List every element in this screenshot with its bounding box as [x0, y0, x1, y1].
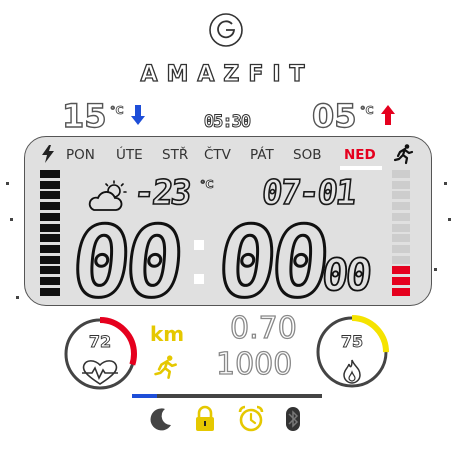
temperature-low: 15 [61, 97, 107, 135]
edge-dot [444, 182, 447, 185]
bar-segment [40, 266, 60, 275]
bar-segment [40, 234, 60, 243]
flame-icon [343, 359, 361, 384]
bar-segment [40, 191, 60, 200]
bar-segment [392, 287, 410, 296]
bar-segment [40, 170, 60, 178]
moon-icon [150, 408, 171, 431]
weekday-6: NED [344, 147, 376, 163]
bar-segment [40, 180, 60, 189]
goal-progress-track [132, 394, 322, 398]
running-icon [154, 355, 177, 379]
bar-segment [40, 287, 60, 296]
weekday-1: ÚTE [116, 147, 143, 163]
time-seconds: 00 [319, 249, 372, 302]
alarm-icon [238, 405, 264, 432]
edge-dot [10, 218, 13, 221]
bar-segment [392, 180, 410, 189]
current-temperature-unit: °C [200, 178, 214, 192]
time-colon-bottom [194, 274, 204, 284]
distance-value: 0.70 [229, 311, 297, 346]
temperature-high-unit: °C [360, 104, 374, 118]
distance-unit: km [150, 322, 185, 346]
weekday-3: ČTV [204, 147, 231, 163]
running-icon [393, 144, 414, 165]
arrow-up-icon [381, 105, 395, 125]
bar-segment [392, 277, 410, 285]
weekday-5: SOB [293, 147, 322, 163]
weekday-0: PON [66, 147, 95, 163]
bar-segment [40, 223, 60, 232]
edge-dot [434, 268, 437, 271]
bar-segment [40, 212, 60, 221]
bar-segment [40, 244, 60, 253]
edge-dot [448, 218, 451, 221]
bar-segment [40, 202, 60, 211]
time-colon-top [194, 240, 204, 250]
time-minutes: 00 [212, 205, 331, 322]
weekday-2: STŘ [162, 147, 189, 163]
active-day-underline [340, 166, 382, 170]
bar-segment [40, 277, 60, 285]
goal-progress-fill [132, 394, 157, 398]
lock-icon [196, 405, 214, 431]
bar-segment [392, 223, 410, 232]
bar-segment [392, 244, 410, 253]
edge-dot [6, 182, 9, 185]
temperature-low-unit: °C [110, 104, 124, 118]
heart-rate-icon [82, 360, 118, 385]
calories-value: 75 [340, 332, 364, 352]
edge-dot [16, 296, 19, 299]
date-display: 07-01 [259, 172, 357, 214]
current-temperature: -23 [131, 172, 192, 214]
bar-segment [40, 255, 60, 264]
charging-bolt-icon [42, 145, 54, 163]
temperature-high: 05 [311, 97, 357, 135]
bar-segment [392, 255, 410, 264]
arrow-down-icon [131, 105, 145, 125]
brand-name: AMAZFIT [140, 61, 314, 87]
distance-goal: 1000 [215, 347, 293, 382]
bar-segment [392, 212, 410, 221]
time-hours: 00 [66, 205, 185, 322]
bar-segment [392, 191, 410, 200]
weekday-4: PÁT [250, 147, 274, 163]
bluetooth-icon [286, 407, 300, 431]
bar-segment [392, 202, 410, 211]
amazfit-logo-icon [209, 13, 243, 47]
bar-segment [392, 266, 410, 275]
bar-segment [392, 234, 410, 243]
sunrise-time: 05:30 [203, 112, 251, 133]
bar-segment [392, 170, 410, 178]
heart-rate-value: 72 [88, 332, 112, 352]
